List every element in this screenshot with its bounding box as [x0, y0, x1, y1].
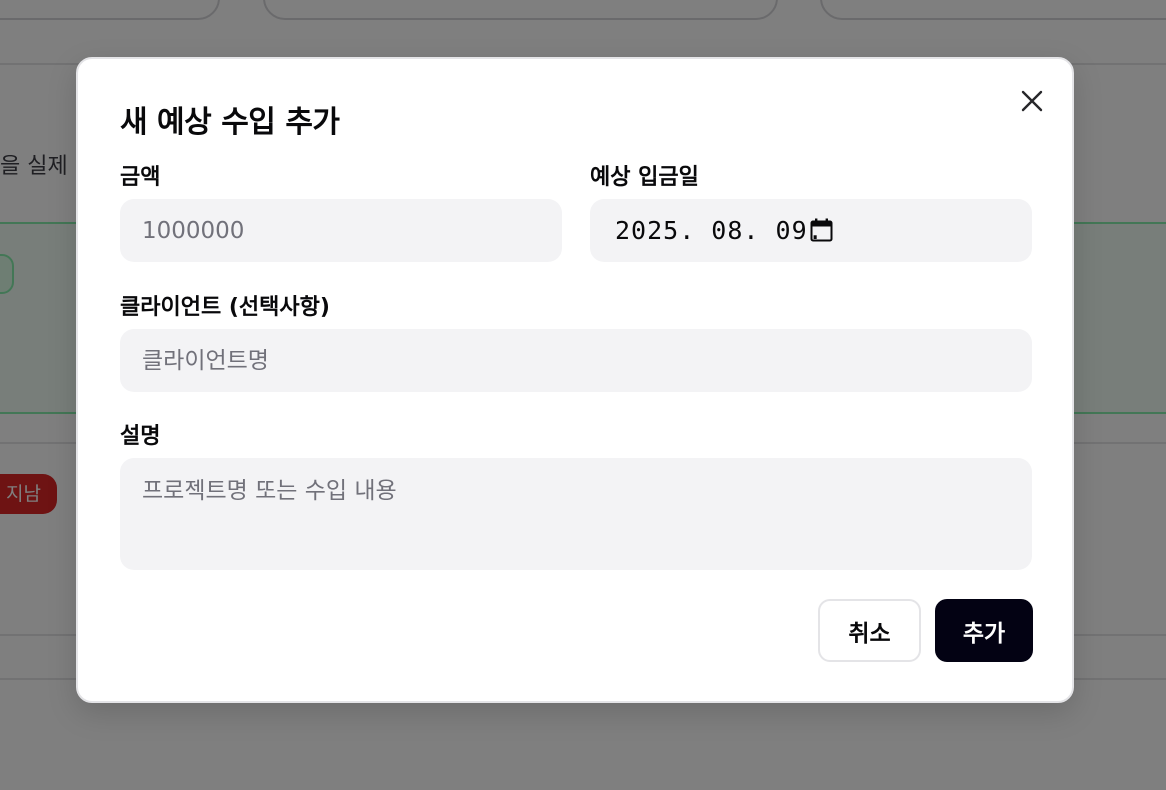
amount-input[interactable] — [120, 199, 562, 262]
client-input[interactable] — [120, 329, 1032, 392]
expected-date-input[interactable]: 2025. 08. 09. — [590, 199, 1032, 262]
close-icon — [1021, 90, 1043, 112]
dialog-title: 새 예상 수입 추가 — [120, 105, 340, 140]
expected-date-value: 2025. 08. 09. — [615, 216, 824, 245]
expected-date-label: 예상 입금일 — [590, 165, 699, 190]
calendar-icon[interactable] — [810, 218, 833, 242]
description-label: 설명 — [120, 424, 161, 449]
description-textarea[interactable] — [120, 458, 1032, 570]
close-button[interactable] — [1014, 81, 1050, 121]
add-income-dialog: 새 예상 수입 추가 금액 예상 입금일 2025. 08. 09. 클라이언트… — [76, 57, 1074, 703]
cancel-button[interactable]: 취소 — [818, 599, 921, 662]
client-label: 클라이언트 (선택사항) — [120, 295, 330, 320]
amount-label: 금액 — [120, 165, 161, 190]
add-button[interactable]: 추가 — [935, 599, 1033, 662]
